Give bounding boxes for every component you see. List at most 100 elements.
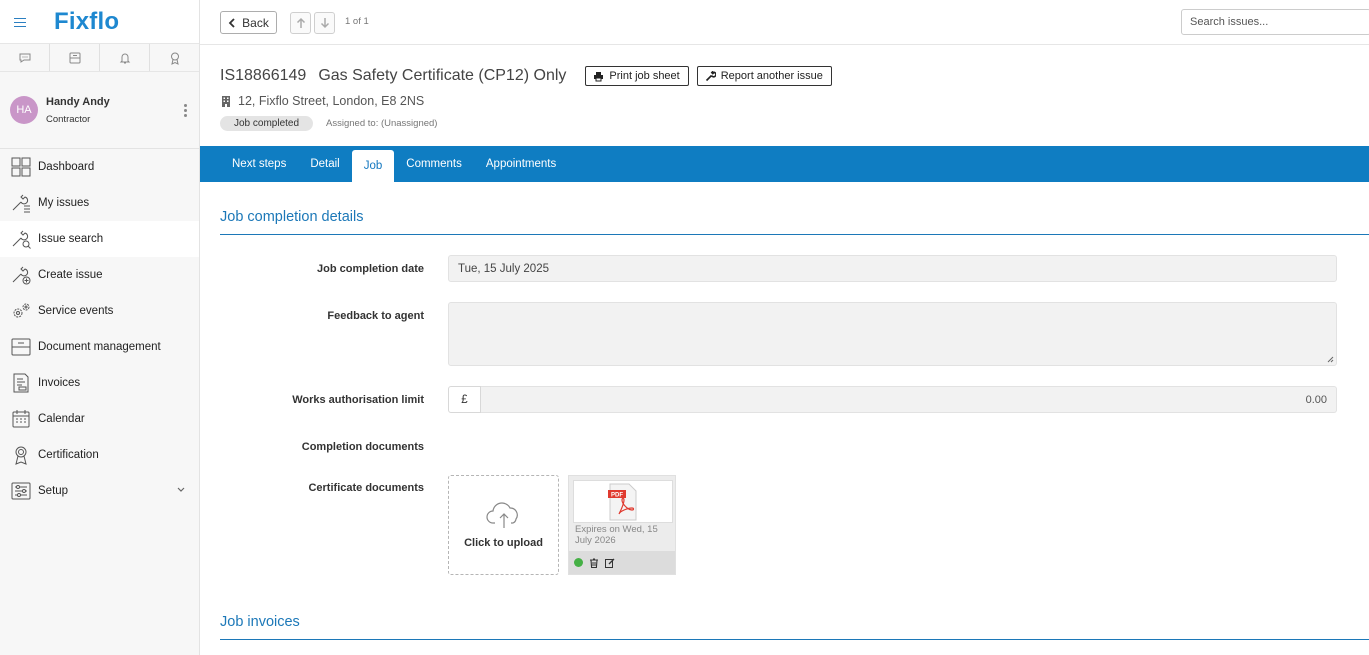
completion-date-field[interactable]: Tue, 15 July 2025: [448, 255, 1337, 282]
certificate-document-card: PDF Expires on Wed, 15 July 2026: [568, 475, 676, 575]
feedback-textarea[interactable]: [448, 302, 1337, 366]
sidebar-item-label: Setup: [38, 485, 69, 497]
brand-bar: Fixflo: [0, 0, 199, 44]
upload-dropzone[interactable]: Click to upload: [448, 475, 559, 575]
pager-text: 1 of 1: [345, 16, 369, 27]
assigned-to-text: Assigned to: (Unassigned): [326, 118, 438, 129]
sidebar-nav: Dashboard My issues Issue search Create …: [0, 149, 199, 509]
tab-comments[interactable]: Comments: [394, 146, 474, 182]
user-panel[interactable]: HA Handy Andy Contractor: [0, 72, 199, 149]
tab-next-steps[interactable]: Next steps: [220, 146, 298, 182]
sidebar-item-create-issue[interactable]: Create issue: [0, 257, 199, 293]
sidebar-item-my-issues[interactable]: My issues: [0, 185, 199, 221]
chat-icon[interactable]: [0, 44, 50, 71]
sidebar-item-certification[interactable]: Certification: [0, 437, 199, 473]
wrench-search-icon: [12, 230, 31, 249]
print-job-sheet-label: Print job sheet: [609, 70, 680, 82]
sidebar: Fixflo HA Handy Andy Contractor Dashboar…: [0, 0, 200, 655]
printer-icon: [594, 71, 604, 81]
authorisation-limit-field[interactable]: 0.00: [481, 386, 1337, 413]
back-button-label: Back: [242, 15, 269, 30]
certificate-documents-label: Certificate documents: [308, 482, 424, 494]
award-icon[interactable]: [150, 44, 199, 71]
upload-label: Click to upload: [464, 537, 543, 549]
tab-job[interactable]: Job: [351, 150, 395, 182]
sidebar-item-label: Issue search: [38, 233, 104, 245]
arrow-down-icon: [320, 18, 329, 29]
app-logo[interactable]: Fixflo: [54, 8, 119, 36]
inbox-icon[interactable]: [50, 44, 100, 71]
chevron-down-icon: [177, 487, 185, 492]
pdf-thumbnail[interactable]: PDF: [573, 480, 673, 523]
arrow-up-icon: [296, 17, 305, 28]
back-button[interactable]: Back: [220, 11, 277, 34]
sidebar-item-dashboard[interactable]: Dashboard: [0, 149, 199, 185]
menu-icon[interactable]: [14, 17, 28, 27]
drawer-icon: [11, 338, 31, 356]
more-options-icon[interactable]: [184, 104, 187, 119]
sidebar-item-label: Document management: [38, 341, 161, 353]
status-dot-icon: [574, 558, 583, 567]
gears-icon: [13, 303, 30, 318]
section-divider: [220, 234, 1369, 235]
sidebar-item-label: My issues: [38, 197, 90, 209]
next-issue-button[interactable]: [314, 12, 335, 34]
issue-id: IS18866149: [220, 67, 307, 84]
user-name: Handy Andy: [46, 95, 110, 108]
sidebar-item-setup[interactable]: Setup: [0, 473, 199, 509]
report-another-issue-button[interactable]: Report another issue: [696, 66, 832, 86]
sidebar-item-label: Dashboard: [38, 161, 95, 173]
app-root: Fixflo HA Handy Andy Contractor Dashboar…: [0, 0, 1369, 655]
sidebar-item-calendar[interactable]: Calendar: [0, 401, 199, 437]
tab-detail[interactable]: Detail: [298, 146, 351, 182]
trash-icon[interactable]: [589, 557, 599, 568]
status-badge: Job completed: [220, 116, 314, 131]
sidebar-item-label: Calendar: [38, 413, 85, 425]
chevron-left-icon: [228, 17, 235, 28]
cloud-upload-icon: [485, 502, 518, 528]
tab-appointments[interactable]: Appointments: [474, 146, 568, 182]
completion-date-label: Job completion date: [317, 263, 424, 275]
feedback-label: Feedback to agent: [327, 310, 424, 322]
issue-tabs: Next steps Detail Job Comments Appointme…: [200, 146, 1369, 182]
completion-documents-label: Completion documents: [301, 441, 424, 453]
calendar-icon: [12, 410, 30, 428]
user-role: Contractor: [46, 113, 91, 125]
wrench-list-icon: [12, 194, 30, 213]
sliders-icon: [11, 482, 31, 500]
dashboard-icon: [11, 157, 31, 177]
search-input[interactable]: [1181, 9, 1369, 35]
issue-title: Gas Safety Certificate (CP12) Only: [318, 67, 567, 84]
sidebar-item-issue-search[interactable]: Issue search: [0, 221, 199, 257]
previous-issue-button[interactable]: [290, 12, 311, 34]
sidebar-item-label: Service events: [38, 305, 114, 317]
section-title-job-invoices: Job invoices: [220, 614, 300, 630]
issue-header: IS18866149 Gas Safety Certificate (CP12)…: [220, 66, 1360, 131]
bell-icon[interactable]: [100, 44, 150, 71]
sidebar-item-label: Invoices: [38, 377, 81, 389]
quick-actions: [0, 44, 199, 72]
pdf-badge-text: PDF: [611, 492, 623, 498]
resize-handle-icon[interactable]: [1327, 356, 1334, 363]
currency-prefix: £: [448, 386, 481, 413]
sidebar-item-label: Certification: [38, 449, 99, 461]
invoice-icon: [13, 373, 29, 393]
document-expiry-text: Expires on Wed, 15 July 2026: [575, 524, 658, 546]
section-divider: [220, 639, 1369, 640]
print-job-sheet-button[interactable]: Print job sheet: [585, 66, 689, 86]
sidebar-item-invoices[interactable]: Invoices: [0, 365, 199, 401]
edit-icon[interactable]: [605, 558, 615, 568]
pdf-file-icon: PDF: [608, 483, 637, 520]
sidebar-item-service-events[interactable]: Service events: [0, 293, 199, 329]
property-address: 12, Fixflo Street, London, E8 2NS: [220, 94, 1360, 108]
sidebar-item-document-management[interactable]: Document management: [0, 329, 199, 365]
sidebar-item-label: Create issue: [38, 269, 103, 281]
limit-label: Works authorisation limit: [292, 394, 424, 406]
address-text: 12, Fixflo Street, London, E8 2NS: [238, 94, 425, 108]
top-bar: Back 1 of 1: [200, 0, 1369, 45]
building-icon: [222, 95, 230, 107]
wrench-plus-icon: [12, 266, 31, 285]
document-actions: [569, 551, 675, 574]
wrench-icon: [705, 70, 716, 81]
report-another-issue-label: Report another issue: [720, 70, 823, 82]
